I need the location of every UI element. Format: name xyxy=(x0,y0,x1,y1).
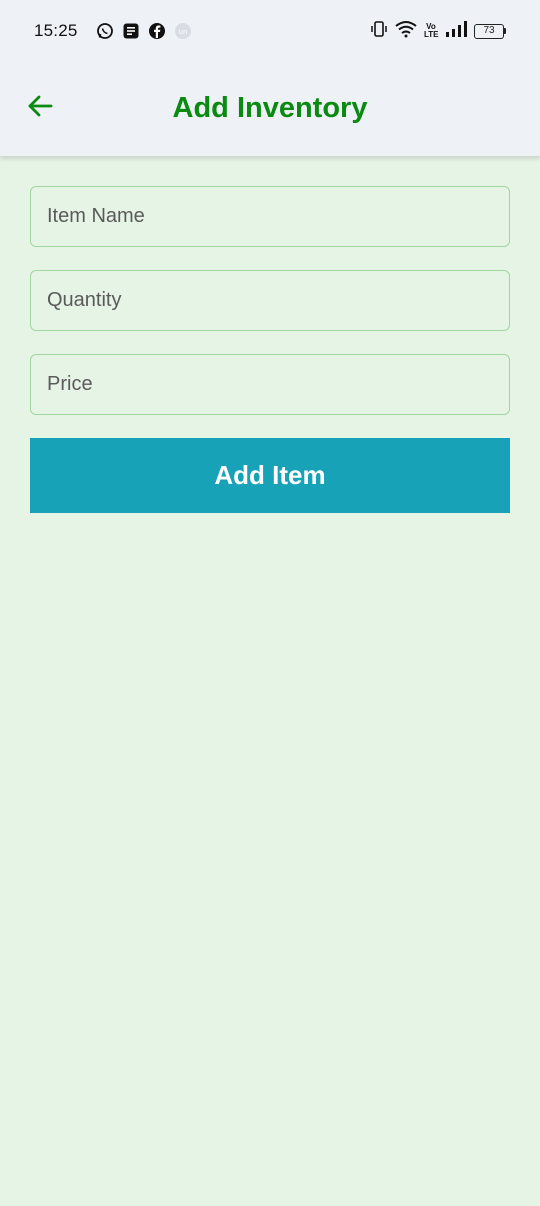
system-icons: Vo LTE 73 xyxy=(370,20,506,43)
inventory-form: Add Item xyxy=(30,186,510,513)
note-icon xyxy=(122,22,140,40)
facebook-icon xyxy=(148,22,166,40)
battery-icon: 73 xyxy=(474,23,506,39)
battery-cap xyxy=(504,28,506,34)
battery-level: 73 xyxy=(474,23,504,39)
quantity-input[interactable] xyxy=(47,289,509,312)
item-name-input[interactable] xyxy=(47,205,509,228)
svg-text:un: un xyxy=(178,28,187,36)
volte-label: Vo LTE xyxy=(424,22,439,39)
quantity-field[interactable] xyxy=(30,270,510,331)
status-time: 15:25 xyxy=(34,21,78,40)
app-bar: Add Inventory xyxy=(0,62,540,156)
item-name-field[interactable] xyxy=(30,186,510,247)
vibrate-icon xyxy=(370,20,388,43)
status-bar: 15:25 un Vo LTE 73 xyxy=(0,0,540,62)
app-circle-icon: un xyxy=(174,22,192,40)
price-field[interactable] xyxy=(30,354,510,415)
signal-icon xyxy=(445,20,467,42)
page-title: Add Inventory xyxy=(172,92,368,124)
wifi-icon xyxy=(395,20,417,43)
add-item-button[interactable]: Add Item xyxy=(30,438,510,513)
price-input[interactable] xyxy=(47,373,509,396)
whatsapp-icon xyxy=(96,22,114,40)
notification-icons: un xyxy=(96,22,192,40)
